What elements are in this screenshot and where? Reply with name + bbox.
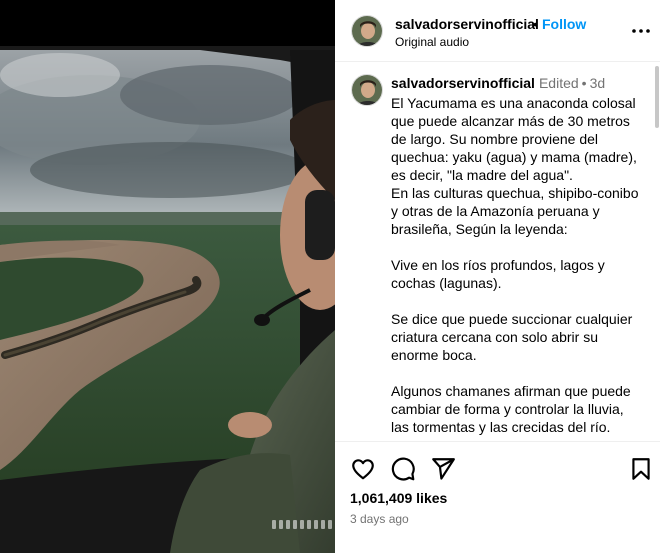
media-progress-bar (307, 520, 311, 529)
follow-button[interactable]: Follow (542, 16, 586, 32)
heart-icon[interactable] (350, 456, 376, 482)
author-avatar[interactable] (351, 15, 383, 47)
author-username[interactable]: salvadorservinofficial (395, 16, 539, 32)
media-progress-bar (279, 520, 283, 529)
posted-time[interactable]: 3 days ago (350, 512, 409, 526)
caption-text: El Yacumama es una anaconda colosal que … (391, 95, 639, 435)
caption-timestamp[interactable]: 3d (590, 75, 606, 91)
media-progress-bar (300, 520, 304, 529)
separator-dot: • (533, 16, 538, 32)
post-header: salvadorservinofficial • Follow Original… (335, 0, 660, 62)
bookmark-icon[interactable] (628, 456, 654, 482)
caption-scrollbar[interactable] (655, 66, 659, 128)
post-media[interactable] (0, 0, 335, 553)
audio-label[interactable]: Original audio (395, 35, 469, 49)
media-progress-bar (272, 520, 276, 529)
media-progress-indicator (272, 520, 335, 529)
edited-label: Edited (538, 75, 579, 91)
media-progress-bar (314, 520, 318, 529)
post-actions: 1,061,409 likes 3 days ago (335, 441, 660, 553)
caption-header: salvadorservinofficial Edited • 3d (391, 75, 605, 91)
caption-section: salvadorservinofficial Edited • 3d El Yacum… (335, 63, 660, 440)
media-progress-bar (293, 520, 297, 529)
likes-count[interactable]: 1,061,409 likes (350, 490, 447, 506)
comment-icon[interactable] (390, 456, 416, 482)
caption-avatar[interactable] (351, 74, 383, 106)
separator-dot: • (581, 75, 587, 91)
more-options-icon[interactable] (631, 22, 651, 40)
media-progress-bar (286, 520, 290, 529)
share-icon[interactable] (430, 456, 456, 482)
post-side-panel: salvadorservinofficial • Follow Original… (335, 0, 660, 553)
media-image (0, 0, 335, 553)
avatar-image (352, 16, 382, 46)
caption-username[interactable]: salvadorservinofficial (391, 75, 535, 91)
media-progress-bar (321, 520, 325, 529)
media-progress-bar (328, 520, 332, 529)
avatar-image (352, 75, 382, 105)
